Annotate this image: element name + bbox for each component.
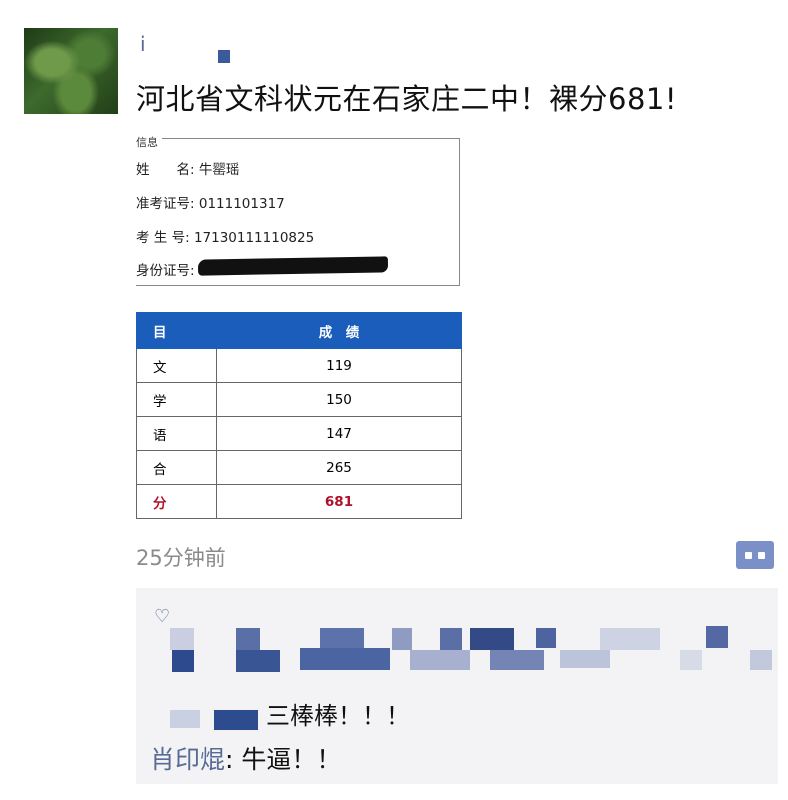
pixel-block <box>560 650 610 668</box>
name-label: 姓 名: <box>136 162 195 178</box>
heart-icon: ♡ <box>154 606 171 627</box>
student-no-label: 考 生 号: <box>136 230 190 246</box>
table-row: 合 265 <box>136 450 462 485</box>
score-cell: 119 <box>216 348 462 383</box>
info-card-title: 信息 <box>136 134 162 150</box>
pixel-block <box>236 650 280 672</box>
pixel-block <box>236 628 260 650</box>
id-redaction <box>197 256 389 276</box>
exam-id-label: 准考证号: <box>136 196 195 212</box>
comment-2: 肖印焜: 牛逼！！ <box>150 740 341 776</box>
username-pixelated <box>218 50 230 63</box>
score-cell: 265 <box>216 450 462 485</box>
pixel-block <box>706 626 728 648</box>
pixel-block <box>600 628 660 650</box>
exam-id-value: 0111101317 <box>198 196 285 212</box>
pixel-block <box>750 650 772 670</box>
pixel-block <box>320 628 364 650</box>
score-header: 成 绩 <box>216 312 462 349</box>
score-header-row: 目 成 绩 <box>136 312 462 349</box>
pixel-block <box>410 650 470 670</box>
subject-cell: 分 <box>136 484 217 519</box>
avatar[interactable] <box>24 28 118 114</box>
subject-cell: 学 <box>136 382 217 417</box>
score-cell: 147 <box>216 416 462 451</box>
table-row: 语 147 <box>136 416 462 451</box>
subject-cell: 文 <box>136 348 217 383</box>
subject-cell: 语 <box>136 416 217 451</box>
pixel-block <box>170 628 194 650</box>
subject-header: 目 <box>136 312 217 349</box>
pixel-block <box>470 628 514 650</box>
comment-text: : 牛逼！！ <box>225 745 342 774</box>
pixel-block <box>170 710 200 728</box>
post-time: 25分钟前 <box>136 546 226 570</box>
name-row: 姓 名: 牛罂瑶 <box>136 158 239 178</box>
id-row: 身份证号: <box>136 259 195 279</box>
comment-author[interactable]: 肖印焜 <box>150 745 225 774</box>
score-cell: 150 <box>216 382 462 417</box>
username[interactable]: i <box>140 32 146 56</box>
score-cell: 681 <box>216 484 462 519</box>
table-row-total: 分 681 <box>136 484 462 519</box>
post-text: 河北省文科状元在石家庄二中！裸分681! <box>136 82 677 116</box>
exam-id-row: 准考证号: 0111101317 <box>136 192 285 212</box>
table-row: 文 119 <box>136 348 462 383</box>
pixel-block <box>490 650 544 670</box>
id-label: 身份证号: <box>136 263 195 279</box>
comment-text: 三棒棒！！！ <box>266 702 410 730</box>
pixel-block <box>214 710 258 730</box>
pixel-block <box>680 650 702 670</box>
pixel-block <box>536 628 556 648</box>
more-icon[interactable] <box>736 541 774 569</box>
student-no-value: 17130111110825 <box>193 230 315 246</box>
student-no-row: 考 生 号: 17130111110825 <box>136 226 314 246</box>
name-value: 牛罂瑶 <box>198 162 240 178</box>
score-table: 目 成 绩 文 119 学 150 语 147 合 265 分 681 <box>136 312 462 519</box>
pixel-block <box>440 628 462 650</box>
pixel-block <box>392 628 412 650</box>
subject-cell: 合 <box>136 450 217 485</box>
table-row: 学 150 <box>136 382 462 417</box>
pixel-block <box>172 650 194 672</box>
pixel-block <box>300 648 390 670</box>
